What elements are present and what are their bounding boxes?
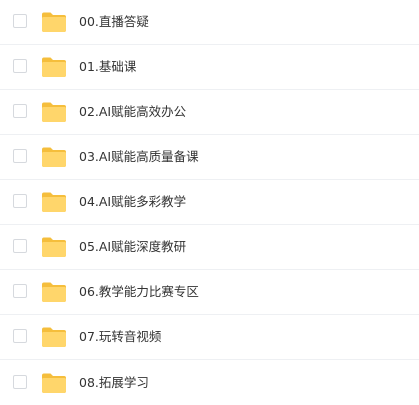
folder-name[interactable]: 05.AI赋能深度教研 — [79, 239, 186, 255]
folder-icon — [41, 56, 67, 78]
folder-icon — [41, 326, 67, 348]
folder-icon — [41, 101, 67, 123]
folder-icon — [41, 372, 67, 394]
list-item-folder-05[interactable]: 05.AI赋能深度教研 — [0, 225, 419, 270]
list-item-folder-07[interactable]: 07.玩转音视频 — [0, 315, 419, 360]
folder-icon — [41, 236, 67, 258]
row-checkbox[interactable] — [13, 329, 27, 343]
row-checkbox[interactable] — [13, 239, 27, 253]
folder-name[interactable]: 06.教学能力比赛专区 — [79, 284, 199, 300]
file-list: 00.直播答疑 01.基础课 02.AI赋能高效办公 03.AI赋能高质量备课 … — [0, 0, 419, 404]
row-checkbox[interactable] — [13, 374, 27, 389]
folder-name[interactable]: 03.AI赋能高质量备课 — [79, 149, 199, 165]
list-item-folder-06[interactable]: 06.教学能力比赛专区 — [0, 270, 419, 315]
row-checkbox[interactable] — [13, 284, 27, 298]
list-item-folder-00[interactable]: 00.直播答疑 — [0, 0, 419, 45]
folder-name[interactable]: 04.AI赋能多彩教学 — [79, 194, 186, 210]
folder-icon — [41, 11, 67, 33]
row-checkbox[interactable] — [13, 149, 27, 163]
list-item-folder-04[interactable]: 04.AI赋能多彩教学 — [0, 180, 419, 225]
folder-name[interactable]: 00.直播答疑 — [79, 14, 149, 30]
folder-name[interactable]: 02.AI赋能高效办公 — [79, 104, 186, 120]
list-item-folder-08[interactable]: 08.拓展学习 — [0, 360, 419, 405]
row-checkbox[interactable] — [13, 194, 27, 208]
folder-icon — [41, 146, 67, 168]
row-checkbox[interactable] — [13, 104, 27, 118]
list-item-folder-03[interactable]: 03.AI赋能高质量备课 — [0, 135, 419, 180]
folder-name[interactable]: 07.玩转音视频 — [79, 329, 161, 345]
list-item-folder-02[interactable]: 02.AI赋能高效办公 — [0, 90, 419, 135]
folder-icon — [41, 281, 67, 303]
folder-icon — [41, 191, 67, 213]
folder-name[interactable]: 01.基础课 — [79, 59, 136, 75]
folder-name[interactable]: 08.拓展学习 — [79, 375, 149, 391]
row-checkbox[interactable] — [13, 59, 27, 73]
list-item-folder-01[interactable]: 01.基础课 — [0, 45, 419, 90]
row-checkbox[interactable] — [13, 14, 27, 28]
